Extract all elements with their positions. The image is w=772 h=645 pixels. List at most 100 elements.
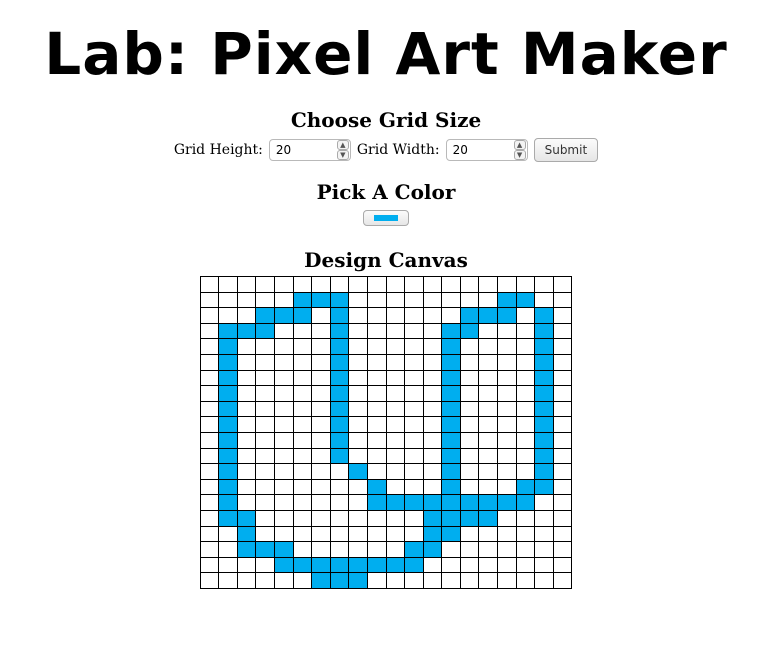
canvas-cell[interactable]: [478, 400, 499, 418]
canvas-cell[interactable]: [218, 463, 238, 480]
canvas-cell[interactable]: [329, 447, 350, 465]
canvas-cell[interactable]: [236, 463, 257, 480]
canvas-cell[interactable]: [273, 353, 294, 371]
canvas-cell[interactable]: [459, 447, 480, 465]
canvas-cell[interactable]: [292, 478, 313, 496]
canvas-cell[interactable]: [366, 463, 387, 480]
canvas-cell[interactable]: [422, 385, 443, 402]
canvas-cell[interactable]: [292, 338, 313, 355]
canvas-cell[interactable]: [348, 478, 368, 496]
canvas-cell[interactable]: [534, 525, 554, 543]
canvas-cell[interactable]: [404, 400, 424, 418]
canvas-cell[interactable]: [199, 478, 220, 496]
canvas-cell[interactable]: [385, 572, 406, 589]
canvas-cell[interactable]: [311, 416, 331, 433]
canvas-cell[interactable]: [404, 431, 424, 449]
canvas-cell[interactable]: [366, 276, 387, 293]
canvas-cell[interactable]: [236, 509, 257, 527]
canvas-cell[interactable]: [348, 463, 368, 480]
canvas-cell[interactable]: [478, 572, 499, 589]
canvas-cell[interactable]: [459, 400, 480, 418]
canvas-cell[interactable]: [422, 369, 443, 387]
canvas-cell[interactable]: [236, 276, 257, 293]
canvas-cell[interactable]: [534, 385, 554, 402]
canvas-cell[interactable]: [497, 307, 517, 324]
canvas-cell[interactable]: [534, 416, 554, 433]
canvas-cell[interactable]: [273, 338, 294, 355]
canvas-cell[interactable]: [422, 353, 443, 371]
canvas-cell[interactable]: [292, 431, 313, 449]
canvas-cell[interactable]: [236, 572, 257, 589]
canvas-cell[interactable]: [385, 478, 406, 496]
canvas-cell[interactable]: [255, 338, 275, 355]
canvas-cell[interactable]: [366, 556, 387, 574]
canvas-cell[interactable]: [534, 369, 554, 387]
canvas-cell[interactable]: [459, 276, 480, 293]
canvas-cell[interactable]: [273, 525, 294, 543]
canvas-cell[interactable]: [515, 541, 536, 558]
canvas-cell[interactable]: [348, 509, 368, 527]
canvas-cell[interactable]: [218, 353, 238, 371]
canvas-cell[interactable]: [218, 276, 238, 293]
canvas-cell[interactable]: [404, 322, 424, 340]
canvas-cell[interactable]: [385, 447, 406, 465]
canvas-cell[interactable]: [329, 431, 350, 449]
canvas-cell[interactable]: [366, 541, 387, 558]
canvas-cell[interactable]: [441, 369, 461, 387]
canvas-cell[interactable]: [366, 478, 387, 496]
canvas-cell[interactable]: [236, 369, 257, 387]
canvas-cell[interactable]: [404, 291, 424, 309]
canvas-cell[interactable]: [515, 478, 536, 496]
canvas-cell[interactable]: [311, 385, 331, 402]
canvas-cell[interactable]: [385, 431, 406, 449]
canvas-cell[interactable]: [534, 463, 554, 480]
canvas-cell[interactable]: [515, 525, 536, 543]
canvas-cell[interactable]: [311, 353, 331, 371]
canvas-cell[interactable]: [422, 478, 443, 496]
canvas-cell[interactable]: [497, 431, 517, 449]
canvas-cell[interactable]: [311, 463, 331, 480]
grid-height-spinner[interactable]: ▲ ▼: [336, 140, 349, 160]
canvas-cell[interactable]: [329, 509, 350, 527]
canvas-cell[interactable]: [348, 431, 368, 449]
canvas-cell[interactable]: [311, 431, 331, 449]
canvas-cell[interactable]: [515, 385, 536, 402]
canvas-cell[interactable]: [385, 307, 406, 324]
canvas-cell[interactable]: [441, 509, 461, 527]
chevron-down-icon[interactable]: ▼: [513, 150, 526, 160]
color-picker-input[interactable]: [363, 210, 409, 226]
canvas-cell[interactable]: [441, 556, 461, 574]
canvas-cell[interactable]: [552, 307, 573, 324]
canvas-cell[interactable]: [199, 572, 220, 589]
canvas-cell[interactable]: [329, 307, 350, 324]
canvas-cell[interactable]: [311, 509, 331, 527]
canvas-cell[interactable]: [478, 541, 499, 558]
canvas-cell[interactable]: [236, 431, 257, 449]
canvas-cell[interactable]: [441, 338, 461, 355]
canvas-cell[interactable]: [348, 556, 368, 574]
canvas-cell[interactable]: [441, 353, 461, 371]
canvas-cell[interactable]: [422, 400, 443, 418]
canvas-cell[interactable]: [348, 276, 368, 293]
canvas-cell[interactable]: [552, 338, 573, 355]
canvas-cell[interactable]: [534, 541, 554, 558]
canvas-cell[interactable]: [441, 494, 461, 511]
canvas-cell[interactable]: [366, 307, 387, 324]
canvas-cell[interactable]: [497, 572, 517, 589]
canvas-cell[interactable]: [534, 509, 554, 527]
canvas-cell[interactable]: [329, 494, 350, 511]
canvas-cell[interactable]: [255, 556, 275, 574]
canvas-cell[interactable]: [515, 431, 536, 449]
chevron-up-icon[interactable]: ▲: [336, 140, 349, 150]
canvas-cell[interactable]: [199, 447, 220, 465]
canvas-cell[interactable]: [348, 447, 368, 465]
canvas-cell[interactable]: [348, 525, 368, 543]
canvas-cell[interactable]: [199, 525, 220, 543]
canvas-cell[interactable]: [292, 556, 313, 574]
canvas-cell[interactable]: [273, 494, 294, 511]
canvas-cell[interactable]: [273, 385, 294, 402]
canvas-cell[interactable]: [199, 541, 220, 558]
canvas-cell[interactable]: [366, 494, 387, 511]
canvas-cell[interactable]: [366, 416, 387, 433]
canvas-cell[interactable]: [218, 572, 238, 589]
